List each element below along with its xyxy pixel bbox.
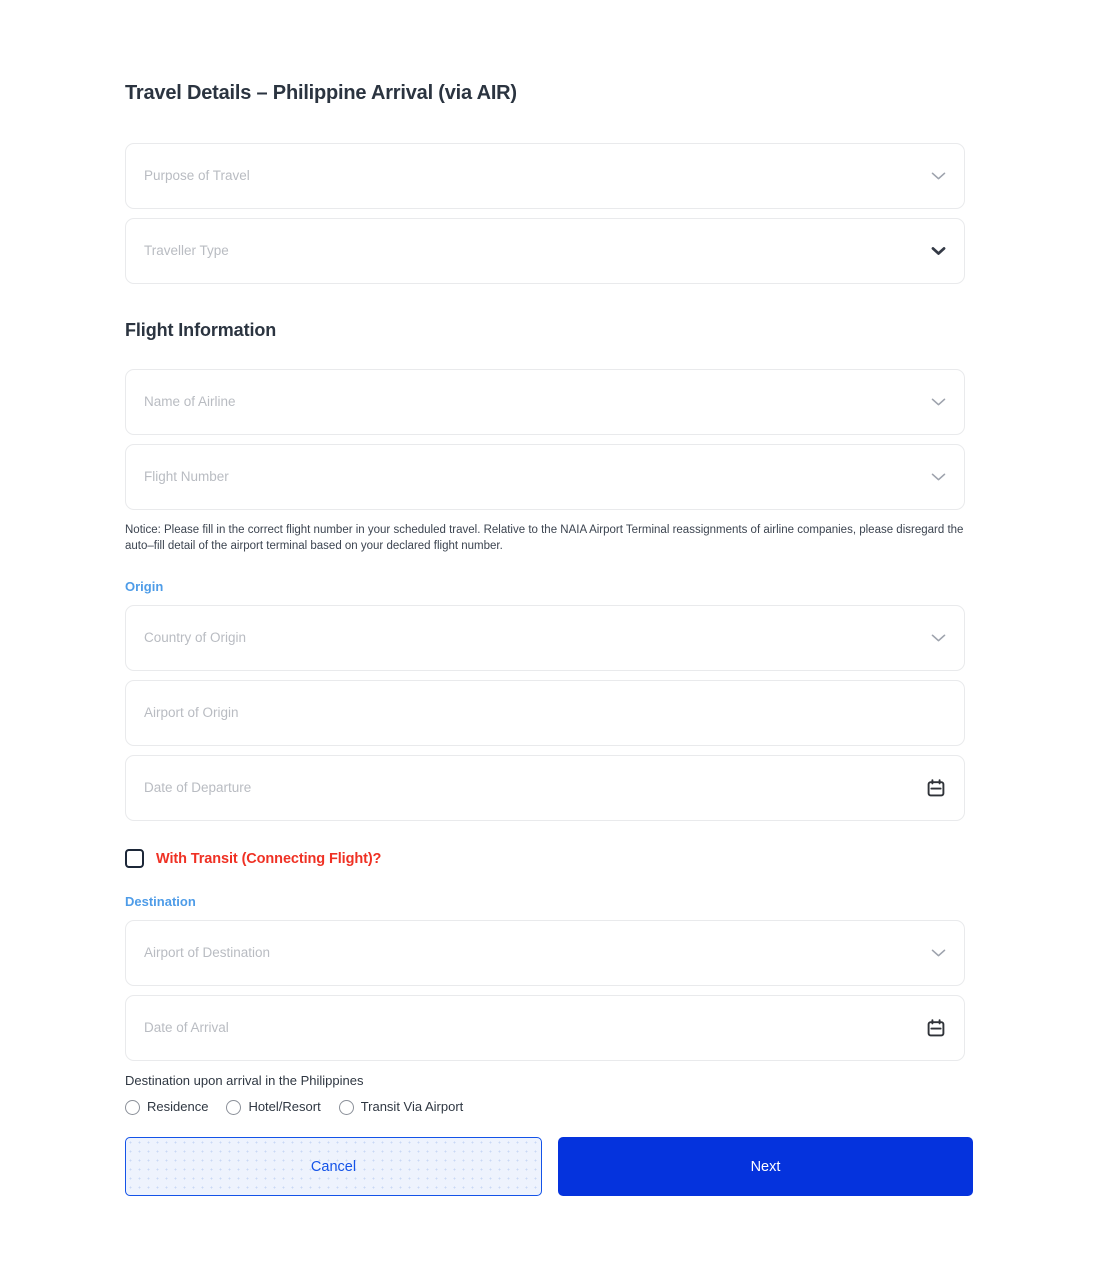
- radio-label: Transit Via Airport: [360, 1099, 464, 1114]
- traveller-type-select[interactable]: Traveller Type: [125, 218, 965, 284]
- radio-circle-icon[interactable]: [125, 1099, 140, 1115]
- airport-of-destination-select[interactable]: Airport of Destination: [125, 920, 965, 986]
- chevron-down-icon[interactable]: [931, 398, 946, 407]
- with-transit-checkbox[interactable]: [125, 849, 144, 868]
- date-of-departure-input[interactable]: Date of Departure: [125, 755, 965, 821]
- travel-details-page: Travel Details – Philippine Arrival (via…: [0, 0, 1098, 1270]
- arrival-destination-caption: Destination upon arrival in the Philippi…: [125, 1073, 364, 1088]
- form-action-buttons: Cancel Next: [125, 1137, 973, 1196]
- radio-circle-icon[interactable]: [338, 1099, 354, 1115]
- radio-label: Hotel/Resort: [248, 1099, 321, 1114]
- radio-option-transit-via-airport[interactable]: Transit Via Airport: [338, 1099, 464, 1115]
- radio-option-hotel-resort[interactable]: Hotel/Resort: [226, 1099, 321, 1115]
- chevron-down-icon[interactable]: [931, 172, 946, 181]
- airport-of-origin-label: Airport of Origin: [144, 705, 239, 720]
- radio-option-residence[interactable]: Residence: [125, 1099, 208, 1115]
- cancel-button[interactable]: Cancel: [125, 1137, 542, 1196]
- name-of-airline-select[interactable]: Name of Airline: [125, 369, 965, 435]
- chevron-down-icon[interactable]: [931, 634, 946, 643]
- date-of-departure-label: Date of Departure: [144, 780, 252, 795]
- traveller-type-label: Traveller Type: [144, 243, 229, 258]
- purpose-of-travel-label: Purpose of Travel: [144, 168, 250, 183]
- chevron-down-icon[interactable]: [931, 949, 946, 958]
- arrival-destination-radio-group: Residence Hotel/Resort Transit Via Airpo…: [125, 1099, 965, 1115]
- airport-of-destination-label: Airport of Destination: [144, 945, 271, 960]
- airport-of-origin-input[interactable]: Airport of Origin: [125, 680, 965, 746]
- origin-section-label: Origin: [125, 579, 164, 594]
- flight-number-label: Flight Number: [144, 469, 229, 484]
- radio-label: Residence: [147, 1099, 209, 1114]
- travel-details-form: Travel Details – Philippine Arrival (via…: [125, 0, 973, 1196]
- flight-information-heading: Flight Information: [125, 320, 277, 340]
- destination-section-label: Destination: [125, 894, 196, 909]
- date-of-arrival-label: Date of Arrival: [144, 1020, 229, 1035]
- country-of-origin-select[interactable]: Country of Origin: [125, 605, 965, 671]
- date-of-arrival-input[interactable]: Date of Arrival: [125, 995, 965, 1061]
- calendar-icon[interactable]: [926, 778, 946, 798]
- with-transit-label: With Transit (Connecting Flight)?: [156, 850, 382, 867]
- next-button[interactable]: Next: [558, 1137, 973, 1196]
- calendar-icon[interactable]: [926, 1018, 946, 1038]
- flight-number-notice: Notice: Please fill in the correct fligh…: [125, 524, 964, 552]
- chevron-down-icon[interactable]: [931, 473, 946, 482]
- name-of-airline-label: Name of Airline: [144, 394, 236, 409]
- flight-number-select[interactable]: Flight Number: [125, 444, 965, 510]
- chevron-down-icon[interactable]: [931, 247, 946, 256]
- page-title: Travel Details – Philippine Arrival (via…: [125, 82, 517, 104]
- purpose-of-travel-select[interactable]: Purpose of Travel: [125, 143, 965, 209]
- radio-circle-icon[interactable]: [226, 1099, 242, 1115]
- country-of-origin-label: Country of Origin: [144, 630, 247, 645]
- with-transit-checkbox-row[interactable]: With Transit (Connecting Flight)?: [125, 849, 965, 868]
